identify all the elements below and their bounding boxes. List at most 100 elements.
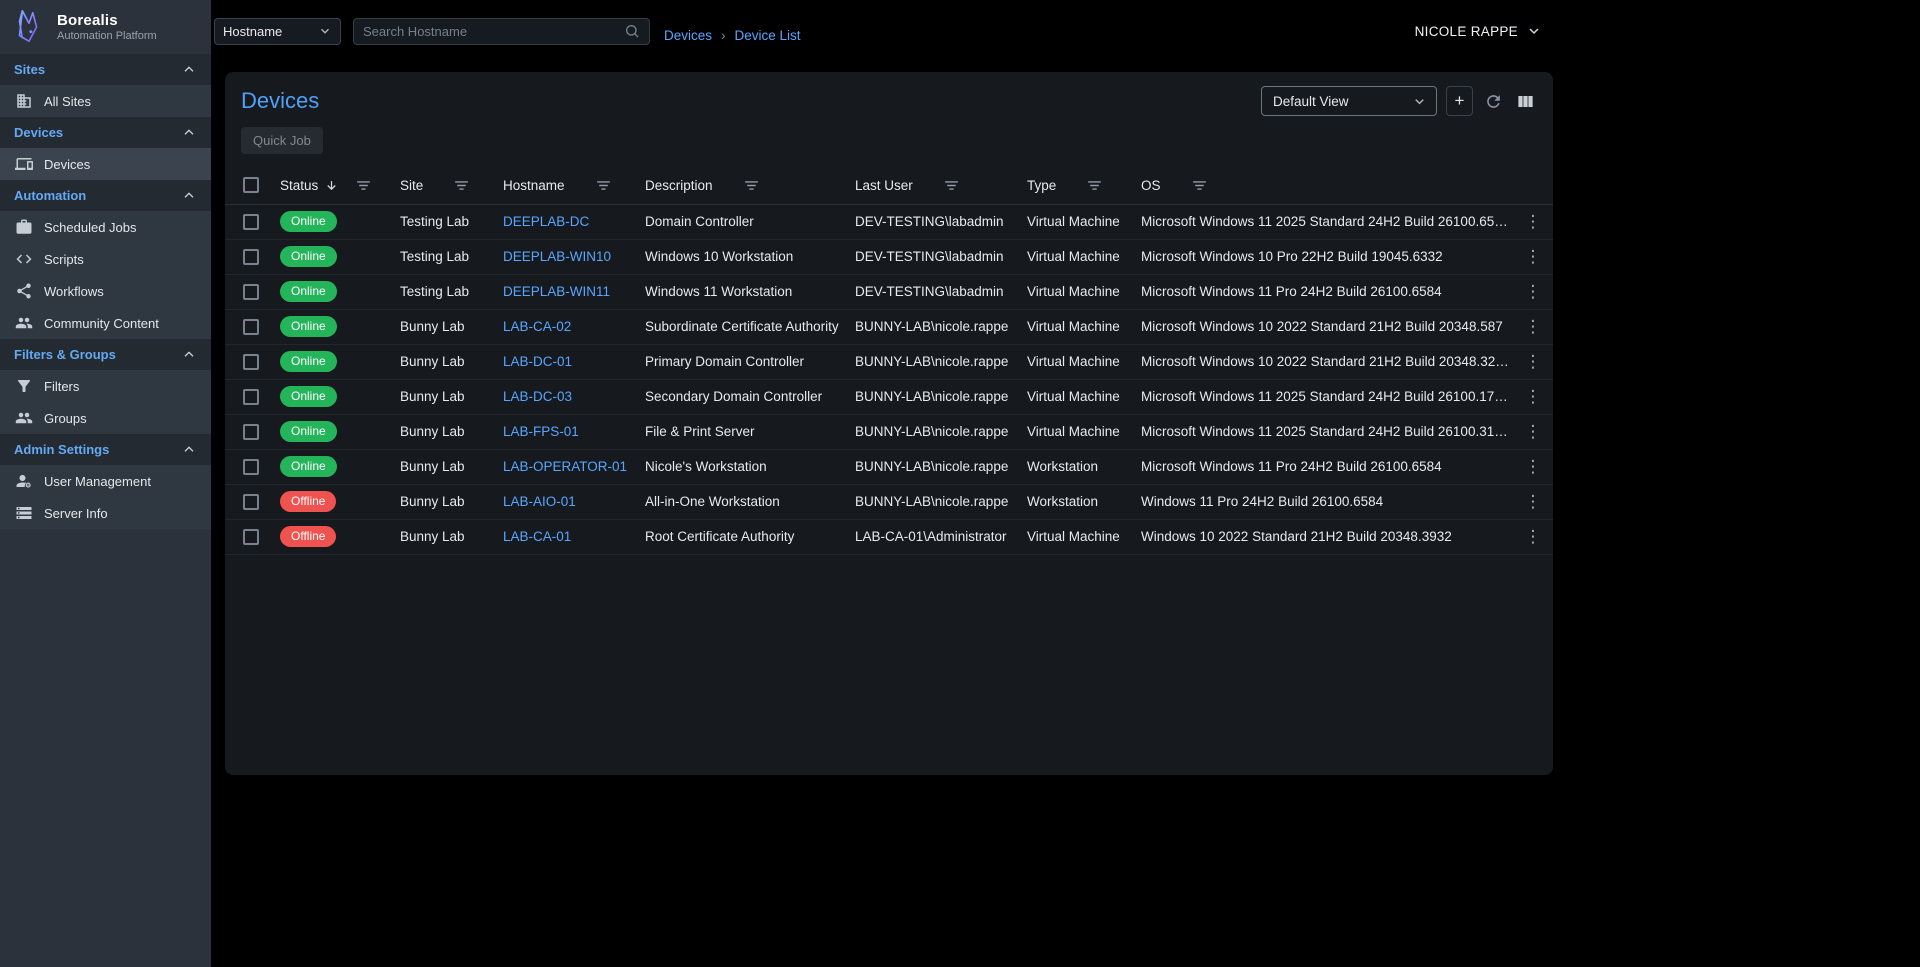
table-row[interactable]: Online Testing Lab DEEPLAB-DC Domain Con… [225, 204, 1553, 239]
filter-list-icon[interactable] [1191, 177, 1208, 194]
row-checkbox[interactable] [243, 214, 259, 230]
columns-icon [1516, 92, 1535, 111]
devices-icon [15, 155, 33, 173]
sidebar-item-label: Scripts [44, 252, 84, 267]
row-menu-button[interactable]: ⋮ [1513, 387, 1553, 407]
cell-site: Testing Lab [392, 274, 495, 309]
sidebar-item-user-management[interactable]: User Management [0, 465, 211, 497]
breadcrumb-devices[interactable]: Devices [664, 28, 712, 43]
cell-last-user: DEV-TESTING\labadmin [847, 274, 1019, 309]
row-checkbox[interactable] [243, 389, 259, 405]
row-checkbox[interactable] [243, 249, 259, 265]
column-header-last-user[interactable]: Last User [847, 167, 1019, 204]
sidebar-item-label: Filters [44, 379, 79, 394]
filter-list-icon[interactable] [1086, 177, 1103, 194]
user-menu[interactable]: NICOLE RAPPE [1415, 23, 1568, 39]
column-header-description[interactable]: Description [637, 167, 847, 204]
section-header-devices[interactable]: Devices [0, 117, 211, 148]
add-view-button[interactable]: + [1446, 86, 1473, 116]
row-checkbox[interactable] [243, 424, 259, 440]
filter-list-icon[interactable] [943, 177, 960, 194]
row-checkbox[interactable] [243, 354, 259, 370]
search-field-select[interactable]: Hostname [214, 18, 341, 45]
select-all-checkbox[interactable] [243, 177, 259, 193]
hostname-link[interactable]: DEEPLAB-DC [503, 214, 589, 229]
chevron-down-icon [1526, 23, 1542, 39]
sidebar-item-workflows[interactable]: Workflows [0, 275, 211, 307]
section-header-sites[interactable]: Sites [0, 54, 211, 85]
sidebar-item-filters[interactable]: Filters [0, 370, 211, 402]
filter-list-icon[interactable] [595, 177, 612, 194]
cell-description: Domain Controller [637, 204, 847, 239]
row-checkbox[interactable] [243, 459, 259, 475]
hostname-link[interactable]: LAB-FPS-01 [503, 424, 579, 439]
hostname-link[interactable]: LAB-DC-03 [503, 389, 572, 404]
status-badge: Offline [280, 526, 336, 547]
row-menu-button[interactable]: ⋮ [1513, 212, 1553, 232]
row-menu-button[interactable]: ⋮ [1513, 422, 1553, 442]
section-label: Automation [14, 188, 86, 203]
table-row[interactable]: Online Bunny Lab LAB-FPS-01 File & Print… [225, 414, 1553, 449]
column-settings-button[interactable] [1514, 90, 1537, 113]
cell-description: File & Print Server [637, 414, 847, 449]
table-row[interactable]: Online Bunny Lab LAB-DC-01 Primary Domai… [225, 344, 1553, 379]
table-row[interactable]: Online Testing Lab DEEPLAB-WIN10 Windows… [225, 239, 1553, 274]
column-header-hostname[interactable]: Hostname [495, 167, 637, 204]
section-label: Admin Settings [14, 442, 109, 457]
row-menu-button[interactable]: ⋮ [1513, 352, 1553, 372]
section-header-automation[interactable]: Automation [0, 180, 211, 211]
cell-description: All-in-One Workstation [637, 484, 847, 519]
sidebar-item-groups[interactable]: Groups [0, 402, 211, 434]
row-checkbox[interactable] [243, 319, 259, 335]
row-menu-button[interactable]: ⋮ [1513, 282, 1553, 302]
hostname-link[interactable]: LAB-DC-01 [503, 354, 572, 369]
sidebar-item-scheduled-jobs[interactable]: Scheduled Jobs [0, 211, 211, 243]
hostname-link[interactable]: DEEPLAB-WIN10 [503, 249, 611, 264]
view-select[interactable]: Default View [1261, 86, 1437, 116]
table-row[interactable]: Offline Bunny Lab LAB-CA-01 Root Certifi… [225, 519, 1553, 554]
sidebar: Borealis Automation Platform Sites All S… [0, 0, 211, 967]
refresh-button[interactable] [1482, 90, 1505, 113]
table-row[interactable]: Online Bunny Lab LAB-OPERATOR-01 Nicole'… [225, 449, 1553, 484]
column-header-os[interactable]: OS [1133, 167, 1513, 204]
row-menu-button[interactable]: ⋮ [1513, 457, 1553, 477]
sidebar-item-all-sites[interactable]: All Sites [0, 85, 211, 117]
section-header-filters-groups[interactable]: Filters & Groups [0, 339, 211, 370]
sidebar-item-label: Server Info [44, 506, 108, 521]
sidebar-item-server-info[interactable]: Server Info [0, 497, 211, 529]
hostname-link[interactable]: LAB-CA-02 [503, 319, 571, 334]
hostname-link[interactable]: LAB-CA-01 [503, 529, 571, 544]
sidebar-item-community-content[interactable]: Community Content [0, 307, 211, 339]
table-row[interactable]: Online Bunny Lab LAB-CA-02 Subordinate C… [225, 309, 1553, 344]
row-menu-button[interactable]: ⋮ [1513, 247, 1553, 267]
search-icon[interactable] [624, 23, 640, 39]
sidebar-item-scripts[interactable]: Scripts [0, 243, 211, 275]
filter-list-icon[interactable] [743, 177, 760, 194]
column-header-site[interactable]: Site [392, 167, 495, 204]
table-row[interactable]: Online Bunny Lab LAB-DC-03 Secondary Dom… [225, 379, 1553, 414]
cell-os: Microsoft Windows 10 Pro 22H2 Build 1904… [1133, 239, 1513, 274]
sidebar-item-devices[interactable]: Devices [0, 148, 211, 180]
column-header-status[interactable]: Status [272, 167, 392, 204]
cell-site: Bunny Lab [392, 309, 495, 344]
filter-list-icon[interactable] [453, 177, 470, 194]
row-menu-button[interactable]: ⋮ [1513, 492, 1553, 512]
row-menu-button[interactable]: ⋮ [1513, 317, 1553, 337]
search-input[interactable] [363, 24, 624, 39]
row-checkbox[interactable] [243, 494, 259, 510]
sort-desc-icon[interactable] [324, 178, 339, 193]
quick-job-button[interactable]: Quick Job [241, 127, 323, 154]
breadcrumb-device-list[interactable]: Device List [735, 28, 801, 43]
cell-os: Windows 10 2022 Standard 21H2 Build 2034… [1133, 519, 1513, 554]
column-header-type[interactable]: Type [1019, 167, 1133, 204]
table-row[interactable]: Offline Bunny Lab LAB-AIO-01 All-in-One … [225, 484, 1553, 519]
table-row[interactable]: Online Testing Lab DEEPLAB-WIN11 Windows… [225, 274, 1553, 309]
row-menu-button[interactable]: ⋮ [1513, 527, 1553, 547]
row-checkbox[interactable] [243, 529, 259, 545]
hostname-link[interactable]: DEEPLAB-WIN11 [503, 284, 610, 299]
hostname-link[interactable]: LAB-OPERATOR-01 [503, 459, 627, 474]
section-header-admin-settings[interactable]: Admin Settings [0, 434, 211, 465]
filter-list-icon[interactable] [355, 177, 372, 194]
row-checkbox[interactable] [243, 284, 259, 300]
hostname-link[interactable]: LAB-AIO-01 [503, 494, 576, 509]
